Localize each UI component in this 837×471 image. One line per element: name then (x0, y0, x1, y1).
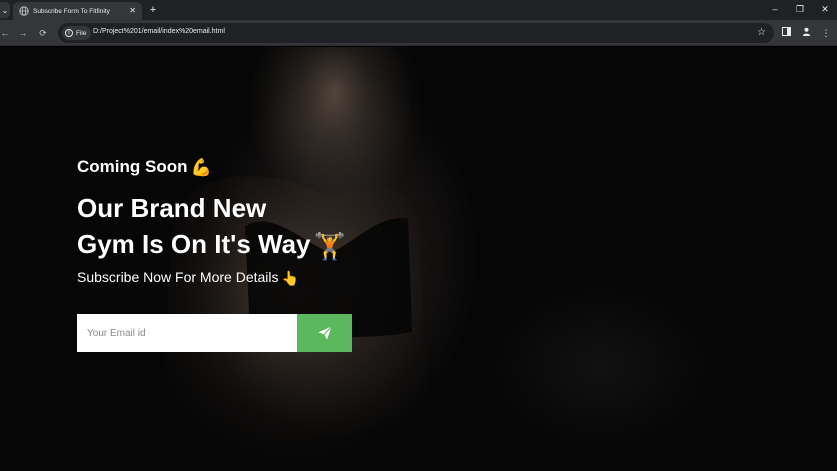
browser-toolbar: ← → ⟳ i File D:/Project%201/email/index%… (0, 20, 837, 46)
subtitle: Subscribe Now For More Details 👆 (77, 269, 299, 287)
back-button[interactable]: ← (0, 26, 12, 40)
site-info-chip[interactable]: i File (62, 26, 92, 40)
email-input[interactable] (77, 314, 297, 352)
hero-section: Coming Soon 💪 Our Brand New Gym Is On It'… (0, 47, 837, 471)
bookmark-star-icon[interactable]: ☆ (757, 26, 766, 40)
tab-search-button[interactable]: ⌄ (0, 2, 10, 18)
paper-plane-icon (317, 325, 332, 340)
tab-title: Subscribe Form To Fitfinity (33, 7, 110, 15)
tab-close-icon[interactable]: ✕ (127, 7, 138, 15)
pointing-up-icon: 👆 (281, 269, 299, 286)
subtitle-text: Subscribe Now For More Details (77, 269, 279, 285)
headline-line-1: Our Brand New (77, 193, 267, 223)
headline-line-2-text: Gym Is On It's Way (77, 229, 311, 259)
menu-icon[interactable]: ⋮ (819, 26, 833, 40)
restore-button[interactable]: ❐ (790, 2, 810, 16)
weightlifter-icon: 🏋️ (313, 231, 346, 262)
subscribe-form (77, 314, 352, 352)
info-icon: i (65, 29, 73, 37)
minimize-button[interactable]: – (765, 2, 785, 16)
side-panel-icon[interactable] (779, 26, 793, 40)
coming-soon-text: Coming Soon (77, 157, 188, 176)
reload-button[interactable]: ⟳ (36, 26, 50, 40)
file-chip-label: File (76, 29, 87, 37)
url-text: D:/Project%201/email/index%20email.html (93, 28, 225, 35)
close-window-button[interactable]: ✕ (815, 2, 835, 16)
profile-icon[interactable] (799, 26, 813, 40)
browser-tab-strip: ⌄ Subscribe Form To Fitfinity ✕ + – ❐ ✕ (0, 0, 837, 20)
flexed-biceps-icon: 💪 (190, 157, 212, 177)
subscribe-button[interactable] (297, 314, 352, 352)
page-title: Our Brand New Gym Is On It's Way 🏋️ (77, 190, 346, 264)
headline-line-2: Gym Is On It's Way 🏋️ (77, 226, 346, 264)
forward-button[interactable]: → (16, 26, 30, 40)
globe-icon (19, 6, 29, 16)
coming-soon-heading: Coming Soon 💪 (77, 157, 212, 178)
address-bar[interactable]: i File D:/Project%201/email/index%20emai… (58, 23, 774, 43)
browser-tab[interactable]: Subscribe Form To Fitfinity ✕ (13, 2, 142, 20)
new-tab-button[interactable]: + (146, 3, 160, 17)
